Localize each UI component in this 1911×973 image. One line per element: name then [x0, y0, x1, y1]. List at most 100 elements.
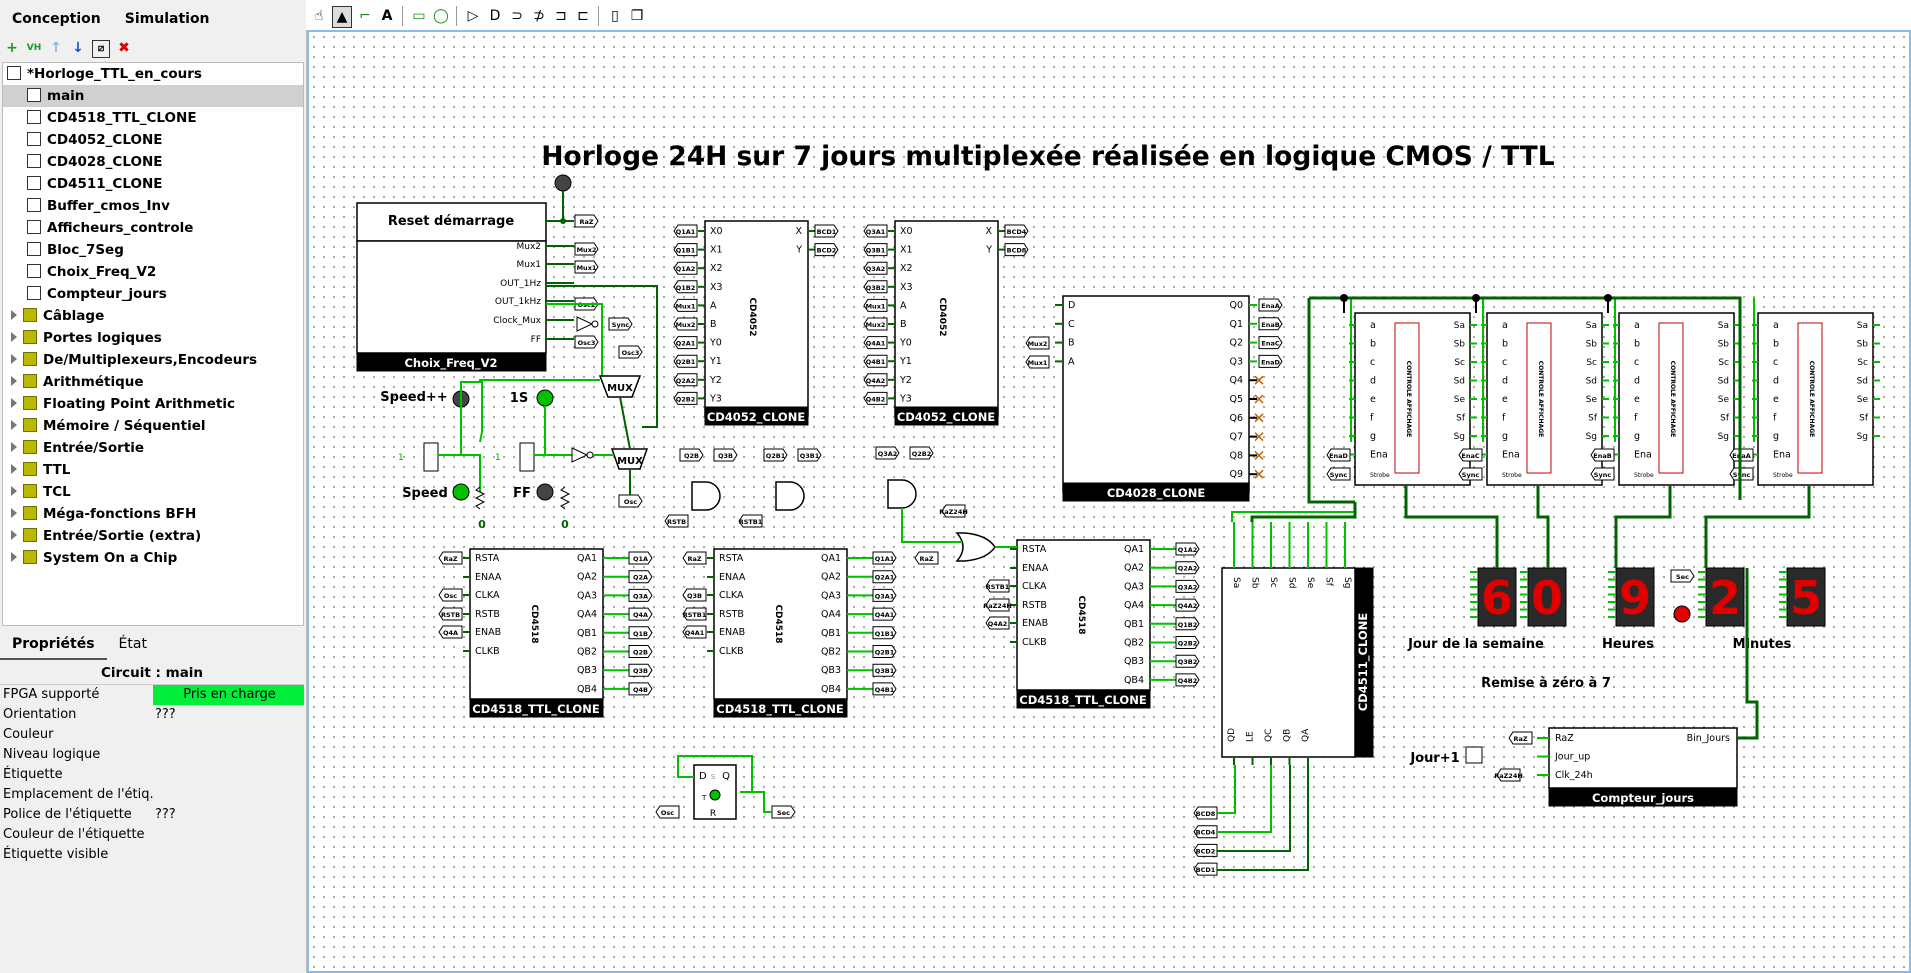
tree-library-item[interactable]: Floating Point Arithmetic — [3, 393, 303, 415]
tree-library-item[interactable]: Mémoire / Séquentiel — [3, 415, 303, 437]
property-row[interactable]: Couleur — [0, 725, 304, 745]
tab-state[interactable]: État — [107, 630, 159, 660]
add-vhdl-icon[interactable]: VH — [26, 40, 42, 56]
move-up-icon[interactable]: ↑ — [48, 40, 64, 56]
pin-label: Q9 — [1229, 469, 1243, 480]
tree-circuit-item[interactable]: CD4052_CLONE — [3, 129, 303, 151]
or-gate-icon[interactable]: ⊃ — [508, 6, 526, 26]
pin-label: Sd — [1857, 377, 1868, 387]
menu-conception[interactable]: Conception — [0, 6, 113, 34]
menu-simulation[interactable]: Simulation — [113, 6, 222, 34]
circuit-icon — [27, 88, 41, 102]
tree-library-item[interactable]: De/Multiplexeurs,Encodeurs — [3, 349, 303, 371]
property-key: Orientation — [3, 707, 77, 722]
pin-label: A — [900, 300, 907, 311]
and-gate — [887, 479, 917, 509]
select-tool-icon[interactable]: ▲ — [332, 6, 352, 28]
circuit-canvas[interactable]: Horloge 24H sur 7 jours multiplexée réal… — [307, 30, 1911, 973]
tree-library-item[interactable]: Entrée/Sortie (extra) — [3, 525, 303, 547]
tree-library-item[interactable]: TCL — [3, 481, 303, 503]
tree-project-root[interactable]: *Horloge_TTL_en_cours — [3, 63, 303, 85]
pin-label: Sc — [1454, 358, 1465, 368]
pin-label: Y1 — [709, 356, 722, 367]
tunnel-label: Q1B — [633, 630, 648, 638]
property-row[interactable]: FPGA supporté Pris en charge — [0, 685, 304, 705]
add-circuit-icon[interactable]: + — [4, 40, 20, 56]
copy-icon[interactable]: ❐ — [628, 6, 646, 26]
property-value[interactable] — [153, 825, 304, 845]
and-gate-icon[interactable]: D — [486, 6, 504, 26]
property-value[interactable]: ??? — [153, 705, 304, 725]
wire — [1704, 485, 1811, 568]
property-row[interactable]: Emplacement de l'étiq... — [0, 785, 304, 805]
tree-circuit-item[interactable]: Choix_Freq_V2 — [3, 261, 303, 283]
not-gate-icon[interactable]: ▷ — [464, 6, 482, 26]
tree-circuit-item[interactable]: CD4028_CLONE — [3, 151, 303, 173]
tab-properties[interactable]: Propriétés — [0, 630, 107, 660]
property-row[interactable]: Orientation??? — [0, 705, 304, 725]
ff-led — [536, 483, 554, 501]
pin-label: Mux2 — [516, 242, 541, 252]
pin-label: b — [1502, 339, 1508, 350]
poke-tool-icon[interactable]: ☝ — [310, 6, 328, 26]
nor-gate-icon[interactable]: ⊏ — [574, 6, 592, 26]
property-value[interactable] — [153, 725, 304, 745]
pin-label: QA1 — [821, 553, 841, 564]
tree-library-item[interactable]: Entrée/Sortie — [3, 437, 303, 459]
xor-gate-icon[interactable]: ⊅ — [530, 6, 548, 26]
property-value[interactable] — [153, 785, 304, 805]
property-value[interactable] — [153, 765, 304, 785]
circuit-icon — [27, 264, 41, 278]
tunnel-label: Mux1 — [1028, 359, 1048, 367]
tree-library-item[interactable]: Câblage — [3, 305, 303, 327]
property-value[interactable] — [153, 845, 304, 865]
wire — [1614, 485, 1672, 568]
tree-circuit-item[interactable]: main — [3, 85, 303, 107]
property-row[interactable]: Étiquette visible — [0, 845, 304, 865]
tunnel-label: Q2A1 — [676, 340, 696, 348]
delete-circuit-icon[interactable]: ✖ — [116, 40, 132, 56]
move-down-icon[interactable]: ↓ — [70, 40, 86, 56]
property-row[interactable]: Étiquette — [0, 765, 304, 785]
tree-library-item[interactable]: System On a Chip — [3, 547, 303, 569]
tree-library-item[interactable]: TTL — [3, 459, 303, 481]
pin-label: QA3 — [577, 590, 597, 601]
text-tool-icon[interactable]: A — [378, 6, 396, 26]
wire-tool-icon[interactable]: ⌐ — [356, 6, 374, 26]
tree-circuit-item[interactable]: CD4511_CLONE — [3, 173, 303, 195]
input-pin-icon[interactable]: ▭ — [410, 6, 428, 26]
chip-icon[interactable]: ▯ — [606, 6, 624, 26]
edit-appearance-icon[interactable]: ⧄ — [92, 40, 110, 58]
nand-gate-icon[interactable]: ⊐ — [552, 6, 570, 26]
tree-circuit-item[interactable]: Afficheurs_controle — [3, 217, 303, 239]
tree-library-item[interactable]: Méga-fonctions BFH — [3, 503, 303, 525]
property-value[interactable]: Pris en charge — [153, 685, 304, 705]
output-pin-icon[interactable]: ◯ — [432, 6, 450, 26]
tunnel-label: BCD8 — [1007, 247, 1027, 255]
tree-library-item[interactable]: Arithmétique — [3, 371, 303, 393]
circuit-icon — [27, 198, 41, 212]
property-row[interactable]: Niveau logique — [0, 745, 304, 765]
folder-icon — [23, 352, 37, 366]
tree-library-item[interactable]: Portes logiques — [3, 327, 303, 349]
tree-circuit-item[interactable]: Bloc_7Seg — [3, 239, 303, 261]
property-row[interactable]: Police de l'étiquette??? — [0, 805, 304, 825]
menu-bar: Conception Simulation — [0, 6, 222, 34]
tree-circuit-item[interactable]: Buffer_cmos_Inv — [3, 195, 303, 217]
folder-icon — [23, 330, 37, 344]
tunnel-label: RaZ — [579, 218, 593, 226]
property-value[interactable]: ??? — [153, 805, 304, 825]
property-key: Couleur — [3, 727, 54, 742]
pin-label: Q1 — [1229, 319, 1243, 330]
property-value[interactable] — [153, 745, 304, 765]
pin-label: Sd — [1454, 377, 1465, 387]
pin-label: Sd — [1287, 577, 1297, 588]
library-label: Câblage — [43, 308, 105, 324]
tree-circuit-item[interactable]: CD4518_TTL_CLONE — [3, 107, 303, 129]
left-panel: Conception Simulation + VH ↑ ↓ ⧄ ✖ *Horl… — [0, 0, 307, 973]
folder-icon — [23, 308, 37, 322]
afficheur-vert: CONTROLE AFFICHAGE — [1405, 361, 1412, 438]
pin-label: CLKA — [1022, 581, 1047, 592]
tree-circuit-item[interactable]: Compteur_jours — [3, 283, 303, 305]
property-row[interactable]: Couleur de l'étiquette — [0, 825, 304, 845]
